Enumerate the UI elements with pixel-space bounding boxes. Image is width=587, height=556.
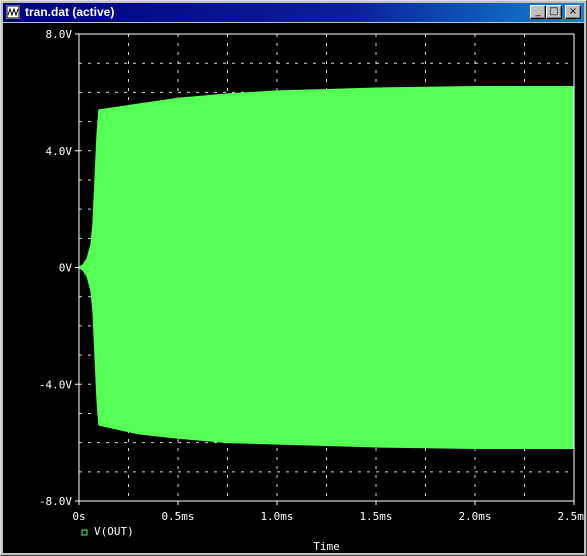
legend-label-v-out[interactable]: V(OUT) [94, 525, 134, 538]
x-tick-label: 1.5ms [359, 510, 392, 523]
probe-window: tran.dat (active) _ □ × 8.0V 4.0V 0V -4.0V -… [0, 0, 587, 556]
x-tick-label: 2.5ms [557, 510, 584, 523]
y-tick-label: -4.0V [39, 378, 72, 391]
y-tick-label: 4.0V [46, 145, 73, 158]
y-tick-label: 0V [59, 262, 73, 275]
plot-area[interactable]: 8.0V 4.0V 0V -4.0V -8.0V 0s 0.5ms 1.0ms 1.5ms 2.0… [3, 23, 584, 553]
window-title: tran.dat (active) [25, 5, 115, 19]
close-button[interactable]: × [565, 5, 581, 19]
x-axis-title: Time [313, 540, 340, 553]
minimize-button[interactable]: _ [530, 5, 546, 19]
x-tick-label: 1.0ms [260, 510, 293, 523]
title-bar[interactable]: tran.dat (active) _ □ × [3, 3, 584, 22]
x-tick-label: 2.0ms [458, 510, 491, 523]
x-tick-label: 0s [72, 510, 85, 523]
y-tick-label: 8.0V [46, 28, 73, 41]
legend: V(OUT) [81, 525, 134, 538]
legend-swatch-v-out[interactable] [81, 529, 88, 536]
waveform-chart[interactable]: 8.0V 4.0V 0V -4.0V -8.0V0s 0.5ms 1.0ms 1.5ms 2.0… [3, 23, 584, 553]
waveform-icon [6, 5, 20, 19]
maximize-button[interactable]: □ [546, 5, 562, 19]
x-tick-label: 0.5ms [161, 510, 194, 523]
v-out-trace [78, 86, 575, 449]
y-tick-label: -8.0V [39, 495, 72, 508]
